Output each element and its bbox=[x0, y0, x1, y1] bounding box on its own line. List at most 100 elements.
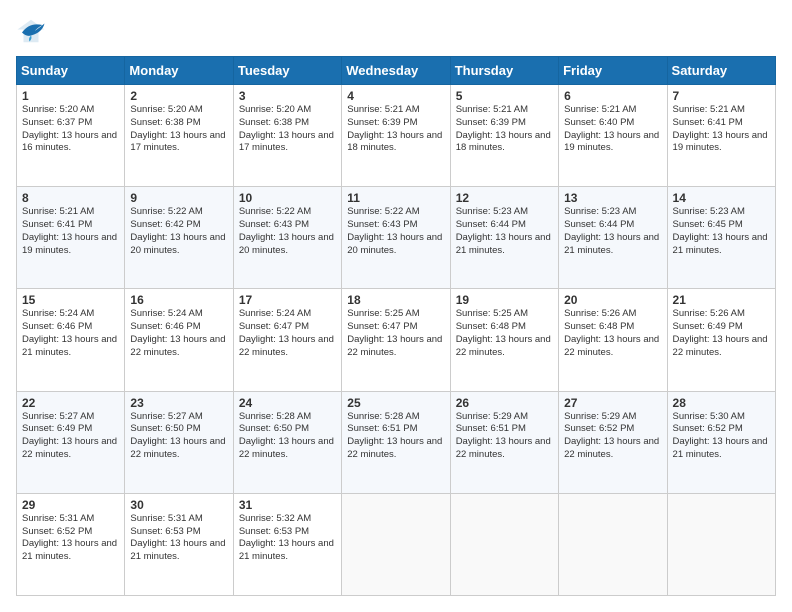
col-header-wednesday: Wednesday bbox=[342, 57, 450, 85]
cell-content: Sunrise: 5:31 AMSunset: 6:52 PMDaylight:… bbox=[22, 513, 119, 564]
calendar-cell: 3Sunrise: 5:20 AMSunset: 6:38 PMDaylight… bbox=[233, 85, 341, 187]
calendar-cell: 25Sunrise: 5:28 AMSunset: 6:51 PMDayligh… bbox=[342, 391, 450, 493]
cell-content: Sunrise: 5:21 AMSunset: 6:39 PMDaylight:… bbox=[347, 104, 444, 155]
col-header-friday: Friday bbox=[559, 57, 667, 85]
day-number: 13 bbox=[564, 191, 661, 205]
day-number: 17 bbox=[239, 293, 336, 307]
day-number: 6 bbox=[564, 89, 661, 103]
calendar-cell: 18Sunrise: 5:25 AMSunset: 6:47 PMDayligh… bbox=[342, 289, 450, 391]
calendar-table: SundayMondayTuesdayWednesdayThursdayFrid… bbox=[16, 56, 776, 596]
cell-content: Sunrise: 5:21 AMSunset: 6:39 PMDaylight:… bbox=[456, 104, 553, 155]
week-row-3: 15Sunrise: 5:24 AMSunset: 6:46 PMDayligh… bbox=[17, 289, 776, 391]
day-number: 7 bbox=[673, 89, 770, 103]
calendar-cell: 28Sunrise: 5:30 AMSunset: 6:52 PMDayligh… bbox=[667, 391, 775, 493]
day-number: 29 bbox=[22, 498, 119, 512]
week-row-5: 29Sunrise: 5:31 AMSunset: 6:52 PMDayligh… bbox=[17, 493, 776, 595]
calendar-cell: 1Sunrise: 5:20 AMSunset: 6:37 PMDaylight… bbox=[17, 85, 125, 187]
col-header-thursday: Thursday bbox=[450, 57, 558, 85]
calendar-cell: 31Sunrise: 5:32 AMSunset: 6:53 PMDayligh… bbox=[233, 493, 341, 595]
cell-content: Sunrise: 5:23 AMSunset: 6:45 PMDaylight:… bbox=[673, 206, 770, 257]
calendar-cell: 21Sunrise: 5:26 AMSunset: 6:49 PMDayligh… bbox=[667, 289, 775, 391]
day-number: 16 bbox=[130, 293, 227, 307]
header-row: SundayMondayTuesdayWednesdayThursdayFrid… bbox=[17, 57, 776, 85]
col-header-sunday: Sunday bbox=[17, 57, 125, 85]
day-number: 11 bbox=[347, 191, 444, 205]
header bbox=[16, 16, 776, 46]
week-row-2: 8Sunrise: 5:21 AMSunset: 6:41 PMDaylight… bbox=[17, 187, 776, 289]
calendar-cell: 6Sunrise: 5:21 AMSunset: 6:40 PMDaylight… bbox=[559, 85, 667, 187]
cell-content: Sunrise: 5:21 AMSunset: 6:41 PMDaylight:… bbox=[673, 104, 770, 155]
cell-content: Sunrise: 5:28 AMSunset: 6:50 PMDaylight:… bbox=[239, 411, 336, 462]
cell-content: Sunrise: 5:21 AMSunset: 6:41 PMDaylight:… bbox=[22, 206, 119, 257]
calendar-cell: 11Sunrise: 5:22 AMSunset: 6:43 PMDayligh… bbox=[342, 187, 450, 289]
col-header-tuesday: Tuesday bbox=[233, 57, 341, 85]
day-number: 9 bbox=[130, 191, 227, 205]
calendar-cell: 12Sunrise: 5:23 AMSunset: 6:44 PMDayligh… bbox=[450, 187, 558, 289]
day-number: 3 bbox=[239, 89, 336, 103]
day-number: 10 bbox=[239, 191, 336, 205]
calendar-cell: 22Sunrise: 5:27 AMSunset: 6:49 PMDayligh… bbox=[17, 391, 125, 493]
calendar-cell: 20Sunrise: 5:26 AMSunset: 6:48 PMDayligh… bbox=[559, 289, 667, 391]
cell-content: Sunrise: 5:26 AMSunset: 6:48 PMDaylight:… bbox=[564, 308, 661, 359]
day-number: 31 bbox=[239, 498, 336, 512]
calendar-cell bbox=[342, 493, 450, 595]
day-number: 28 bbox=[673, 396, 770, 410]
cell-content: Sunrise: 5:20 AMSunset: 6:38 PMDaylight:… bbox=[239, 104, 336, 155]
day-number: 21 bbox=[673, 293, 770, 307]
cell-content: Sunrise: 5:29 AMSunset: 6:52 PMDaylight:… bbox=[564, 411, 661, 462]
col-header-monday: Monday bbox=[125, 57, 233, 85]
day-number: 30 bbox=[130, 498, 227, 512]
calendar-cell: 26Sunrise: 5:29 AMSunset: 6:51 PMDayligh… bbox=[450, 391, 558, 493]
cell-content: Sunrise: 5:25 AMSunset: 6:48 PMDaylight:… bbox=[456, 308, 553, 359]
day-number: 1 bbox=[22, 89, 119, 103]
col-header-saturday: Saturday bbox=[667, 57, 775, 85]
week-row-4: 22Sunrise: 5:27 AMSunset: 6:49 PMDayligh… bbox=[17, 391, 776, 493]
cell-content: Sunrise: 5:22 AMSunset: 6:43 PMDaylight:… bbox=[239, 206, 336, 257]
day-number: 24 bbox=[239, 396, 336, 410]
day-number: 20 bbox=[564, 293, 661, 307]
cell-content: Sunrise: 5:24 AMSunset: 6:47 PMDaylight:… bbox=[239, 308, 336, 359]
cell-content: Sunrise: 5:25 AMSunset: 6:47 PMDaylight:… bbox=[347, 308, 444, 359]
day-number: 5 bbox=[456, 89, 553, 103]
calendar-cell: 4Sunrise: 5:21 AMSunset: 6:39 PMDaylight… bbox=[342, 85, 450, 187]
day-number: 27 bbox=[564, 396, 661, 410]
cell-content: Sunrise: 5:28 AMSunset: 6:51 PMDaylight:… bbox=[347, 411, 444, 462]
cell-content: Sunrise: 5:23 AMSunset: 6:44 PMDaylight:… bbox=[456, 206, 553, 257]
day-number: 2 bbox=[130, 89, 227, 103]
day-number: 25 bbox=[347, 396, 444, 410]
calendar-cell bbox=[450, 493, 558, 595]
calendar-cell bbox=[559, 493, 667, 595]
calendar-cell: 24Sunrise: 5:28 AMSunset: 6:50 PMDayligh… bbox=[233, 391, 341, 493]
calendar-cell: 8Sunrise: 5:21 AMSunset: 6:41 PMDaylight… bbox=[17, 187, 125, 289]
cell-content: Sunrise: 5:26 AMSunset: 6:49 PMDaylight:… bbox=[673, 308, 770, 359]
day-number: 19 bbox=[456, 293, 553, 307]
calendar-cell: 5Sunrise: 5:21 AMSunset: 6:39 PMDaylight… bbox=[450, 85, 558, 187]
logo-icon bbox=[16, 16, 46, 46]
day-number: 8 bbox=[22, 191, 119, 205]
day-number: 22 bbox=[22, 396, 119, 410]
calendar-cell: 19Sunrise: 5:25 AMSunset: 6:48 PMDayligh… bbox=[450, 289, 558, 391]
cell-content: Sunrise: 5:24 AMSunset: 6:46 PMDaylight:… bbox=[130, 308, 227, 359]
calendar-cell: 10Sunrise: 5:22 AMSunset: 6:43 PMDayligh… bbox=[233, 187, 341, 289]
day-number: 4 bbox=[347, 89, 444, 103]
cell-content: Sunrise: 5:31 AMSunset: 6:53 PMDaylight:… bbox=[130, 513, 227, 564]
day-number: 26 bbox=[456, 396, 553, 410]
calendar-cell: 17Sunrise: 5:24 AMSunset: 6:47 PMDayligh… bbox=[233, 289, 341, 391]
calendar-cell: 30Sunrise: 5:31 AMSunset: 6:53 PMDayligh… bbox=[125, 493, 233, 595]
cell-content: Sunrise: 5:30 AMSunset: 6:52 PMDaylight:… bbox=[673, 411, 770, 462]
day-number: 23 bbox=[130, 396, 227, 410]
cell-content: Sunrise: 5:24 AMSunset: 6:46 PMDaylight:… bbox=[22, 308, 119, 359]
calendar-cell: 23Sunrise: 5:27 AMSunset: 6:50 PMDayligh… bbox=[125, 391, 233, 493]
calendar-cell: 27Sunrise: 5:29 AMSunset: 6:52 PMDayligh… bbox=[559, 391, 667, 493]
calendar-cell: 16Sunrise: 5:24 AMSunset: 6:46 PMDayligh… bbox=[125, 289, 233, 391]
calendar-cell: 15Sunrise: 5:24 AMSunset: 6:46 PMDayligh… bbox=[17, 289, 125, 391]
calendar-cell: 29Sunrise: 5:31 AMSunset: 6:52 PMDayligh… bbox=[17, 493, 125, 595]
day-number: 15 bbox=[22, 293, 119, 307]
cell-content: Sunrise: 5:22 AMSunset: 6:43 PMDaylight:… bbox=[347, 206, 444, 257]
calendar-cell: 7Sunrise: 5:21 AMSunset: 6:41 PMDaylight… bbox=[667, 85, 775, 187]
day-number: 14 bbox=[673, 191, 770, 205]
cell-content: Sunrise: 5:22 AMSunset: 6:42 PMDaylight:… bbox=[130, 206, 227, 257]
calendar-cell bbox=[667, 493, 775, 595]
day-number: 18 bbox=[347, 293, 444, 307]
calendar-cell: 13Sunrise: 5:23 AMSunset: 6:44 PMDayligh… bbox=[559, 187, 667, 289]
